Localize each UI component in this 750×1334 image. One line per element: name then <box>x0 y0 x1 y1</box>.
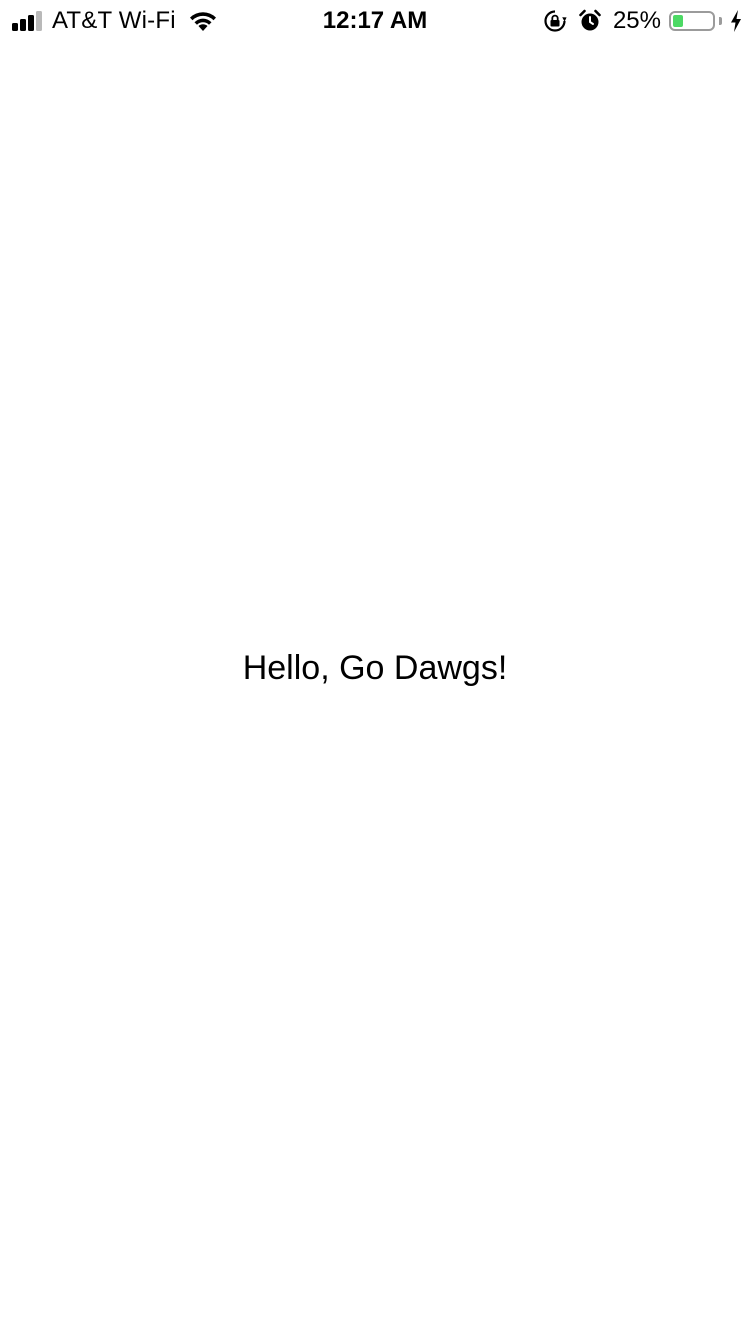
charging-bolt-icon <box>730 9 742 33</box>
battery-icon <box>669 11 715 31</box>
battery-level-fill <box>673 15 683 27</box>
greeting-text: Hello, Go Dawgs! <box>242 649 508 687</box>
status-bar: AT&T Wi-Fi 12:17 AM 25% <box>0 0 750 40</box>
orientation-lock-icon <box>543 9 567 33</box>
battery-tip <box>719 17 722 25</box>
battery-percentage: 25% <box>612 7 661 34</box>
status-bar-right: 25% <box>543 6 742 36</box>
alarm-clock-icon <box>579 9 601 33</box>
